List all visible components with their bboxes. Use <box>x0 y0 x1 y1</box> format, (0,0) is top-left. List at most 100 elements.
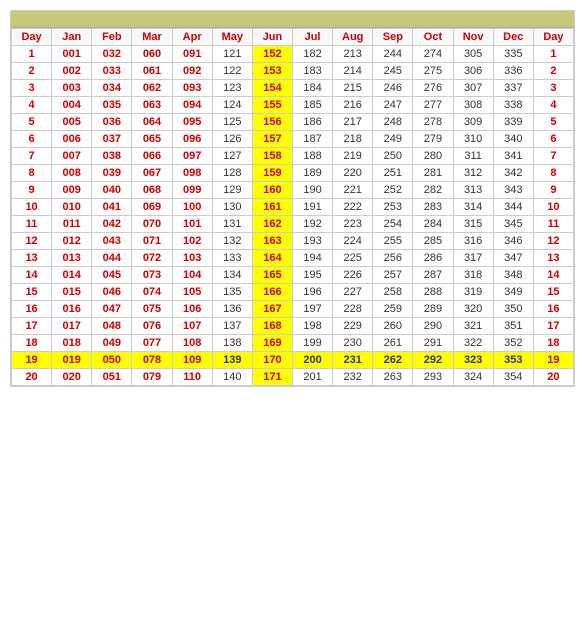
cell-apr-3: 093 <box>172 80 212 97</box>
cell-dec-1: 335 <box>493 46 533 63</box>
cell-dec-13: 347 <box>493 250 533 267</box>
cell-jun-16: 167 <box>252 301 292 318</box>
cell-mar-9: 068 <box>132 182 172 199</box>
cell-nov-8: 312 <box>453 165 493 182</box>
cell-feb-2: 033 <box>92 63 132 80</box>
table-row: 80080390670981281591892202512813123428 <box>12 165 574 182</box>
cell-feb-18: 049 <box>92 335 132 352</box>
cell-jun-18: 169 <box>252 335 292 352</box>
cell-day-10: 10 <box>533 199 573 216</box>
cell-jul-19: 200 <box>292 352 332 369</box>
cell-jul-11: 192 <box>292 216 332 233</box>
cell-nov-20: 324 <box>453 369 493 386</box>
cell-mar-15: 074 <box>132 284 172 301</box>
cell-day-17: 17 <box>533 318 573 335</box>
cell-feb-1: 032 <box>92 46 132 63</box>
cell-jul-14: 195 <box>292 267 332 284</box>
cell-day-2: 2 <box>533 63 573 80</box>
cell-nov-17: 321 <box>453 318 493 335</box>
cell-day-14: 14 <box>12 267 52 284</box>
cell-may-2: 122 <box>212 63 252 80</box>
cell-mar-12: 071 <box>132 233 172 250</box>
cell-may-20: 140 <box>212 369 252 386</box>
cell-jul-15: 196 <box>292 284 332 301</box>
cell-mar-8: 067 <box>132 165 172 182</box>
cell-jul-2: 183 <box>292 63 332 80</box>
cell-jul-17: 198 <box>292 318 332 335</box>
cell-apr-13: 103 <box>172 250 212 267</box>
cell-aug-19: 231 <box>333 352 373 369</box>
cell-jul-6: 187 <box>292 131 332 148</box>
cell-apr-16: 106 <box>172 301 212 318</box>
cell-jun-7: 158 <box>252 148 292 165</box>
cell-apr-6: 096 <box>172 131 212 148</box>
cell-oct-20: 293 <box>413 369 453 386</box>
cell-jun-1: 152 <box>252 46 292 63</box>
cell-feb-5: 036 <box>92 114 132 131</box>
cell-aug-13: 225 <box>333 250 373 267</box>
cell-jun-5: 156 <box>252 114 292 131</box>
cell-may-14: 134 <box>212 267 252 284</box>
cell-mar-16: 075 <box>132 301 172 318</box>
header-apr: Apr <box>172 29 212 46</box>
cell-jun-10: 161 <box>252 199 292 216</box>
cell-oct-7: 280 <box>413 148 453 165</box>
cell-dec-6: 340 <box>493 131 533 148</box>
cell-feb-4: 035 <box>92 97 132 114</box>
cell-sep-4: 247 <box>373 97 413 114</box>
cell-jan-19: 019 <box>52 352 92 369</box>
table-row: 90090400680991291601902212522823133439 <box>12 182 574 199</box>
cell-jul-7: 188 <box>292 148 332 165</box>
cell-sep-12: 255 <box>373 233 413 250</box>
cell-apr-5: 095 <box>172 114 212 131</box>
cell-day-5: 5 <box>12 114 52 131</box>
cell-mar-6: 065 <box>132 131 172 148</box>
cell-oct-18: 291 <box>413 335 453 352</box>
cell-dec-5: 339 <box>493 114 533 131</box>
cell-apr-9: 099 <box>172 182 212 199</box>
cell-may-18: 138 <box>212 335 252 352</box>
cell-sep-14: 257 <box>373 267 413 284</box>
cell-nov-13: 317 <box>453 250 493 267</box>
cell-jul-4: 185 <box>292 97 332 114</box>
header-nov: Nov <box>453 29 493 46</box>
cell-jun-15: 166 <box>252 284 292 301</box>
cell-aug-17: 229 <box>333 318 373 335</box>
cell-dec-17: 351 <box>493 318 533 335</box>
cell-dec-2: 336 <box>493 63 533 80</box>
cell-mar-11: 070 <box>132 216 172 233</box>
cell-feb-8: 039 <box>92 165 132 182</box>
cell-may-12: 132 <box>212 233 252 250</box>
cell-apr-14: 104 <box>172 267 212 284</box>
header-feb: Feb <box>92 29 132 46</box>
cell-day-14: 14 <box>533 267 573 284</box>
table-row: 10010320600911211521822132442743053351 <box>12 46 574 63</box>
cell-day-19: 19 <box>533 352 573 369</box>
cell-jun-19: 170 <box>252 352 292 369</box>
cell-day-10: 10 <box>12 199 52 216</box>
cell-jul-1: 182 <box>292 46 332 63</box>
cell-feb-20: 051 <box>92 369 132 386</box>
cell-jun-3: 154 <box>252 80 292 97</box>
cell-day-13: 13 <box>12 250 52 267</box>
cell-nov-15: 319 <box>453 284 493 301</box>
cell-feb-10: 041 <box>92 199 132 216</box>
cell-jun-4: 155 <box>252 97 292 114</box>
cell-aug-18: 230 <box>333 335 373 352</box>
cell-aug-8: 220 <box>333 165 373 182</box>
cell-may-6: 126 <box>212 131 252 148</box>
cell-dec-11: 345 <box>493 216 533 233</box>
cell-apr-7: 097 <box>172 148 212 165</box>
cell-day-6: 6 <box>533 131 573 148</box>
cell-jul-13: 194 <box>292 250 332 267</box>
cell-nov-6: 310 <box>453 131 493 148</box>
cell-mar-7: 066 <box>132 148 172 165</box>
cell-jun-8: 159 <box>252 165 292 182</box>
cell-aug-7: 219 <box>333 148 373 165</box>
cell-day-16: 16 <box>12 301 52 318</box>
cell-oct-19: 292 <box>413 352 453 369</box>
cell-sep-20: 263 <box>373 369 413 386</box>
header-mar: Mar <box>132 29 172 46</box>
cell-sep-16: 259 <box>373 301 413 318</box>
cell-jun-11: 162 <box>252 216 292 233</box>
